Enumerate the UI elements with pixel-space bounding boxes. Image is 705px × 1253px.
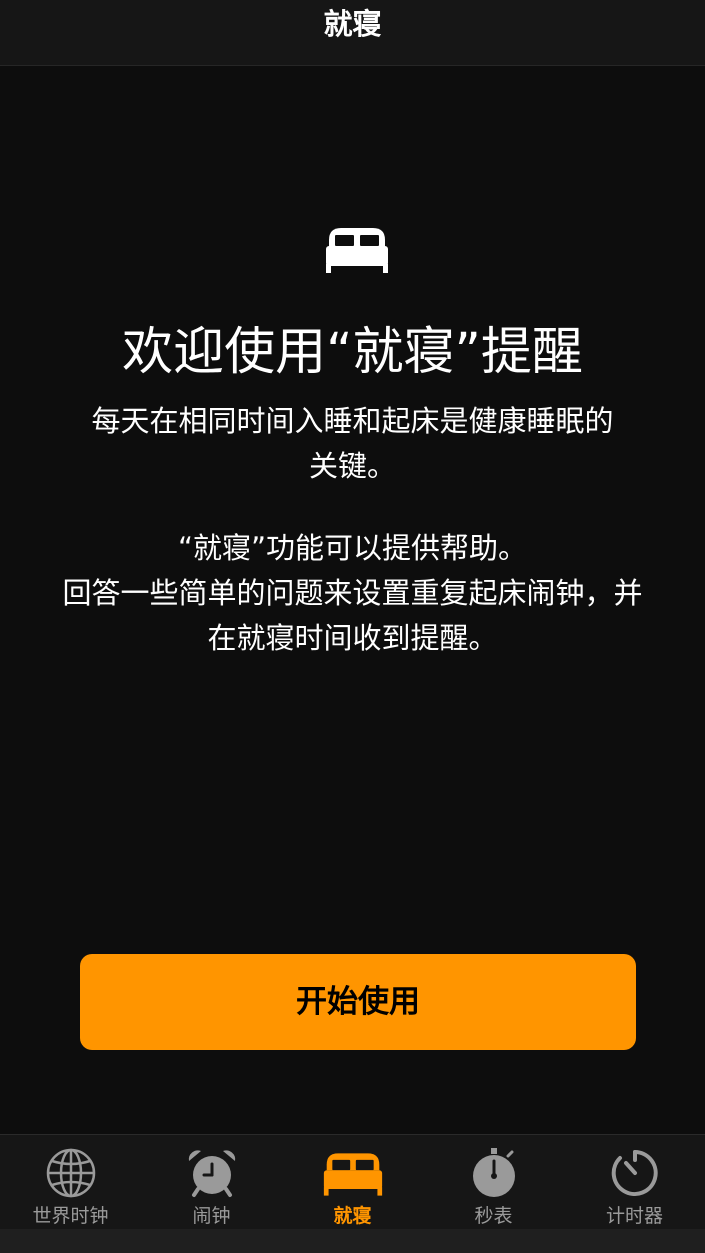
bed-icon xyxy=(323,1153,382,1196)
intro-line: 关键。 xyxy=(308,449,396,483)
tab-label: 世界时钟 xyxy=(32,1205,109,1227)
navigation-bar: 就寝 xyxy=(0,0,705,66)
help-paragraph: “就寝”功能可以提供帮助。 回答一些简单的问题来设置重复起床闹钟，并 在就寝时间… xyxy=(10,526,695,661)
welcome-title: 欢迎使用“就寝”提醒 xyxy=(122,323,583,382)
tab-label: 闹钟 xyxy=(192,1205,231,1227)
alarm-clock-icon xyxy=(188,1150,235,1197)
tab-timer[interactable]: 计时器 xyxy=(564,1135,705,1230)
tab-world-clock[interactable]: 世界时钟 xyxy=(0,1135,141,1230)
help-line: “就寝”功能可以提供帮助。 xyxy=(177,531,528,565)
tab-alarm[interactable]: 闹钟 xyxy=(141,1135,282,1230)
tab-label: 计时器 xyxy=(605,1205,663,1227)
stopwatch-icon xyxy=(472,1148,515,1197)
page-title: 就寝 xyxy=(323,7,382,41)
tab-label: 秒表 xyxy=(474,1205,513,1227)
home-indicator-area xyxy=(0,1229,705,1253)
tab-label: 就寝 xyxy=(333,1205,372,1227)
tab-stopwatch[interactable]: 秒表 xyxy=(423,1135,564,1230)
get-started-button[interactable]: 开始使用 xyxy=(80,954,636,1050)
intro-paragraph: 每天在相同时间入睡和起床是健康睡眠的 关键。 xyxy=(10,399,695,489)
help-line: 在就寝时间收到提醒。 xyxy=(207,621,498,655)
tab-bedtime[interactable]: 就寝 xyxy=(282,1135,423,1230)
help-line: 回答一些简单的问题来设置重复起床闹钟，并 xyxy=(62,576,643,610)
bed-icon xyxy=(326,228,388,273)
timer-icon xyxy=(611,1150,658,1196)
intro-line: 每天在相同时间入睡和起床是健康睡眠的 xyxy=(91,404,614,438)
globe-icon xyxy=(46,1148,95,1198)
